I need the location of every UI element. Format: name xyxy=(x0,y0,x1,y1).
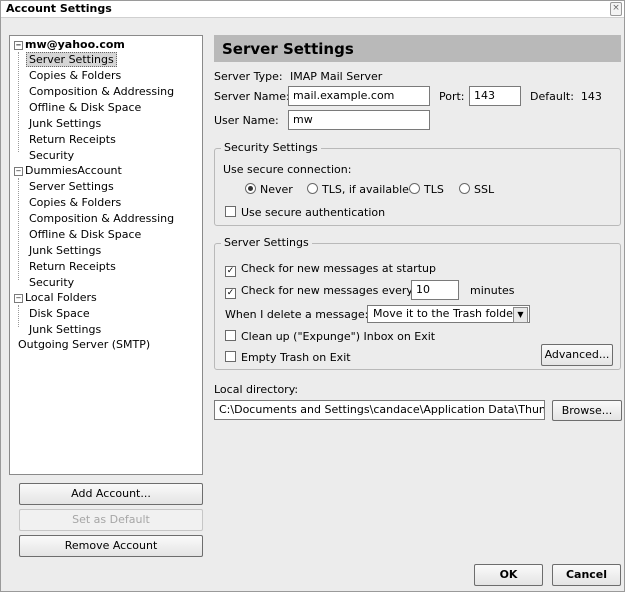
radio-icon[interactable] xyxy=(409,183,420,194)
secure-auth-checkbox[interactable]: Use secure authentication xyxy=(225,206,385,219)
tree-item-server-settings[interactable]: Server Settings xyxy=(26,52,117,67)
tree-item-security[interactable]: Security xyxy=(29,149,74,162)
radio-tls-if-available[interactable]: TLS, if available xyxy=(307,183,409,196)
checkbox-icon[interactable] xyxy=(225,206,236,217)
tree-item-copies-folders[interactable]: Copies & Folders xyxy=(29,196,121,209)
radio-tls[interactable]: TLS xyxy=(409,183,444,196)
default-port-label: Default: 143 xyxy=(530,90,602,103)
default-port-value: 143 xyxy=(580,90,602,103)
minutes-label: minutes xyxy=(470,284,515,297)
browse-button[interactable]: Browse... xyxy=(552,400,622,421)
collapse-icon[interactable]: − xyxy=(14,294,23,303)
collapse-icon[interactable]: − xyxy=(14,41,23,50)
port-label: Port: xyxy=(439,90,465,103)
local-directory-label: Local directory: xyxy=(214,383,299,396)
radio-icon[interactable] xyxy=(307,183,318,194)
radio-ssl[interactable]: SSL xyxy=(459,183,494,196)
tree-item-junk[interactable]: Junk Settings xyxy=(29,244,101,257)
tree-item-composition[interactable]: Composition & Addressing xyxy=(29,85,174,98)
security-settings-group: Security Settings Use secure connection:… xyxy=(214,141,621,226)
use-secure-label: Use secure connection: xyxy=(223,163,352,176)
check-every-checkbox[interactable]: ✓ Check for new messages every xyxy=(225,284,413,299)
tree-account-dummies[interactable]: − DummiesAccount xyxy=(14,164,122,177)
tree-item-receipts[interactable]: Return Receipts xyxy=(29,260,116,273)
checkbox-icon[interactable] xyxy=(225,330,236,341)
user-name-field[interactable]: mw xyxy=(288,110,430,130)
checkbox-icon[interactable] xyxy=(225,351,236,362)
title-bar: Account Settings × xyxy=(1,1,624,18)
tree-item-receipts[interactable]: Return Receipts xyxy=(29,133,116,146)
close-icon[interactable]: × xyxy=(610,2,622,16)
account-settings-window: Account Settings × − mw@yahoo.com Server … xyxy=(0,0,625,592)
add-account-button[interactable]: Add Account... xyxy=(19,483,203,505)
tree-account-local[interactable]: − Local Folders xyxy=(14,291,97,304)
tree-account-mw[interactable]: − mw@yahoo.com xyxy=(14,38,125,51)
remove-account-button[interactable]: Remove Account xyxy=(19,535,203,557)
panel-header: Server Settings xyxy=(214,35,621,62)
tree-item-junk[interactable]: Junk Settings xyxy=(29,323,101,336)
server-settings-group: Server Settings ✓ Check for new messages … xyxy=(214,236,621,370)
check-startup-checkbox[interactable]: ✓ Check for new messages at startup xyxy=(225,262,436,277)
set-default-button[interactable]: Set as Default xyxy=(19,509,203,531)
checkbox-checked-icon[interactable]: ✓ xyxy=(225,266,236,277)
tree-item-offline[interactable]: Offline & Disk Space xyxy=(29,228,141,241)
local-directory-field[interactable]: C:\Documents and Settings\candace\Applic… xyxy=(214,400,545,420)
radio-selected-icon[interactable] xyxy=(245,183,256,194)
radio-never[interactable]: Never xyxy=(245,183,293,196)
tree-item-disk-space[interactable]: Disk Space xyxy=(29,307,90,320)
user-name-label: User Name: xyxy=(214,114,279,127)
window-title: Account Settings xyxy=(6,2,112,15)
ok-button[interactable]: OK xyxy=(474,564,543,586)
delete-message-label: When I delete a message: xyxy=(225,308,369,321)
security-legend: Security Settings xyxy=(221,141,321,154)
tree-item-outgoing[interactable]: Outgoing Server (SMTP) xyxy=(18,338,150,351)
tree-item-copies-folders[interactable]: Copies & Folders xyxy=(29,69,121,82)
port-field[interactable]: 143 xyxy=(469,86,521,106)
collapse-icon[interactable]: − xyxy=(14,167,23,176)
minutes-field[interactable]: 10 xyxy=(411,280,459,300)
server-settings-legend: Server Settings xyxy=(221,236,312,249)
server-type-value: IMAP Mail Server xyxy=(290,70,383,83)
tree-item-composition[interactable]: Composition & Addressing xyxy=(29,212,174,225)
tree-item-offline[interactable]: Offline & Disk Space xyxy=(29,101,141,114)
chevron-down-icon[interactable]: ▼ xyxy=(513,307,528,323)
radio-icon[interactable] xyxy=(459,183,470,194)
tree-item-junk[interactable]: Junk Settings xyxy=(29,117,101,130)
checkbox-checked-icon[interactable]: ✓ xyxy=(225,288,236,299)
server-type-label: Server Type: xyxy=(214,70,283,83)
account-tree[interactable]: − mw@yahoo.com Server Settings Copies & F… xyxy=(9,35,203,475)
empty-trash-checkbox[interactable]: Empty Trash on Exit xyxy=(225,351,351,364)
tree-item-security[interactable]: Security xyxy=(29,276,74,289)
server-name-label: Server Name: xyxy=(214,90,290,103)
cancel-button[interactable]: Cancel xyxy=(552,564,621,586)
tree-item-server-settings[interactable]: Server Settings xyxy=(29,180,114,193)
server-name-field[interactable]: mail.example.com xyxy=(288,86,430,106)
delete-action-select[interactable]: Move it to the Trash folder ▼ xyxy=(367,305,530,323)
expunge-checkbox[interactable]: Clean up ("Expunge") Inbox on Exit xyxy=(225,330,435,343)
advanced-button[interactable]: Advanced... xyxy=(541,344,613,366)
